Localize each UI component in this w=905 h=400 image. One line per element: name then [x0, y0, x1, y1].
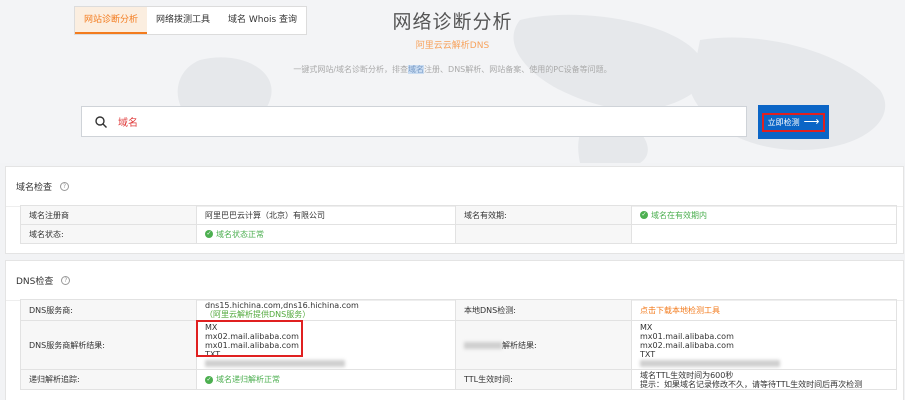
record-line: mx02.mail.alibaba.com — [640, 340, 734, 350]
domain-input[interactable] — [118, 116, 718, 127]
expiry-value: 域名在有效期内 — [651, 210, 707, 220]
help-icon[interactable]: ? — [60, 182, 70, 191]
table-row: DNS服务商: dns15.hichina.com,dns16.hichina.… — [20, 299, 897, 321]
page-subtitle: 阿里云云解析DNS — [415, 41, 490, 51]
highlight-box — [196, 320, 303, 357]
record-line: MX — [640, 322, 653, 332]
record-line: TXT — [640, 349, 656, 359]
dns-check-table: DNS服务商: dns15.hichina.com,dns16.hichina.… — [20, 299, 897, 390]
table-row: 域名注册商 阿里巴巴云计算（北京）有限公司 域名有效期: ✓ 域名在有效期内 — [20, 205, 897, 225]
resolve-result-label: 解析结果: — [455, 320, 632, 370]
record-line: mx01.mail.alibaba.com — [640, 331, 734, 341]
expiry-label: 域名有效期: — [455, 205, 632, 225]
dns-result-label: DNS服务商解析结果: — [20, 320, 197, 370]
recursive-trace-status: ✓ 域名递归解析正常 — [196, 369, 456, 390]
dns-check-title: DNS检查 — [16, 277, 54, 287]
table-row: 域名状态: ✓ 域名状态正常 — [20, 224, 897, 244]
domain-check-title: 域名检查 — [16, 183, 53, 193]
dns-check-header: DNS检查? — [6, 261, 903, 301]
arrow-right-icon: ⟶ — [803, 116, 820, 128]
download-tool-link[interactable]: 点击下载本地检测工具 — [631, 299, 897, 321]
resolve-result-label-text: 解析结果: — [502, 340, 537, 350]
domain-check-table: 域名注册商 阿里巴巴云计算（北京）有限公司 域名有效期: ✓ 域名在有效期内 域名… — [20, 205, 897, 244]
local-dns-label: 本地DNS检测: — [455, 299, 632, 321]
domain-status-label: 域名状态: — [20, 224, 197, 244]
check-circle-icon: ✓ — [640, 211, 648, 219]
table-row: 递归解析追踪: ✓ 域名递归解析正常 TTL生效时间: 域名TTL生效时间为600… — [20, 369, 897, 390]
desc-text-after: 注册、DNS解析、网站备案、使用的PC设备等问题。 — [424, 65, 612, 74]
ttl-cell: 域名TTL生效时间为600秒 提示：如果域名记录修改不久，请等待TTL生效时间后… — [631, 369, 897, 390]
ttl-label: TTL生效时间: — [455, 369, 632, 390]
dns-provider-note: （阿里云解析提供DNS服务） — [205, 310, 311, 319]
dns-provider-label: DNS服务商: — [20, 299, 197, 321]
resolve-result-cell: MX mx01.mail.alibaba.com mx02.mail.aliba… — [631, 320, 897, 370]
desc-text-before: 一键式网站/域名诊断分析，排查 — [293, 65, 409, 74]
expiry-status: ✓ 域名在有效期内 — [631, 205, 897, 225]
domain-check-panel: 域名检查? 域名注册商 阿里巴巴云计算（北京）有限公司 域名有效期: ✓ 域名在有… — [5, 166, 904, 254]
search-icon — [95, 115, 107, 128]
page-description: 一键式网站/域名诊断分析，排查域名注册、DNS解析、网站备案、使用的PC设备等问… — [0, 64, 905, 75]
check-now-label-box: 立即检测 ⟶ — [761, 112, 826, 132]
domain-status-value: 域名状态正常 — [216, 229, 264, 239]
ttl-tip: 提示：如果域名记录修改不久，请等待TTL生效时间后再次检测 — [640, 379, 863, 389]
check-now-button[interactable]: 立即检测 ⟶ — [758, 105, 829, 139]
registrar-value: 阿里巴巴云计算（北京）有限公司 — [196, 205, 456, 225]
empty-cell — [455, 224, 632, 244]
desc-highlight: 域名 — [408, 65, 425, 74]
recursive-trace-value: 域名递归解析正常 — [216, 375, 280, 384]
hero-banner: 网站诊断分析 网络拨测工具 域名 Whois 查询 网络诊断分析 阿里云云解析D… — [0, 0, 905, 163]
table-row: DNS服务商解析结果: MX mx02.mail.alibaba.com mx0… — [20, 320, 897, 370]
redacted-text — [640, 359, 888, 368]
domain-check-header: 域名检查? — [6, 167, 903, 207]
check-now-label: 立即检测 — [767, 117, 800, 127]
check-circle-icon: ✓ — [205, 230, 213, 238]
dns-check-panel: DNS检查? DNS服务商: dns15.hichina.com,dns16.h… — [5, 260, 904, 400]
dns-provider-cell: dns15.hichina.com,dns16.hichina.com （阿里云… — [196, 299, 456, 321]
help-icon[interactable]: ? — [61, 276, 71, 285]
recursive-trace-label: 递归解析追踪: — [20, 369, 197, 390]
domain-status: ✓ 域名状态正常 — [196, 224, 456, 244]
redacted-text — [205, 359, 447, 368]
registrar-label: 域名注册商 — [20, 205, 197, 225]
ttl-value: 域名TTL生效时间为600秒 — [640, 370, 734, 380]
empty-cell — [631, 224, 897, 244]
page-title: 网络诊断分析 — [392, 11, 513, 33]
domain-search-box — [81, 106, 747, 137]
dns-provider-servers: dns15.hichina.com,dns16.hichina.com — [205, 301, 359, 310]
check-circle-icon: ✓ — [205, 375, 213, 384]
